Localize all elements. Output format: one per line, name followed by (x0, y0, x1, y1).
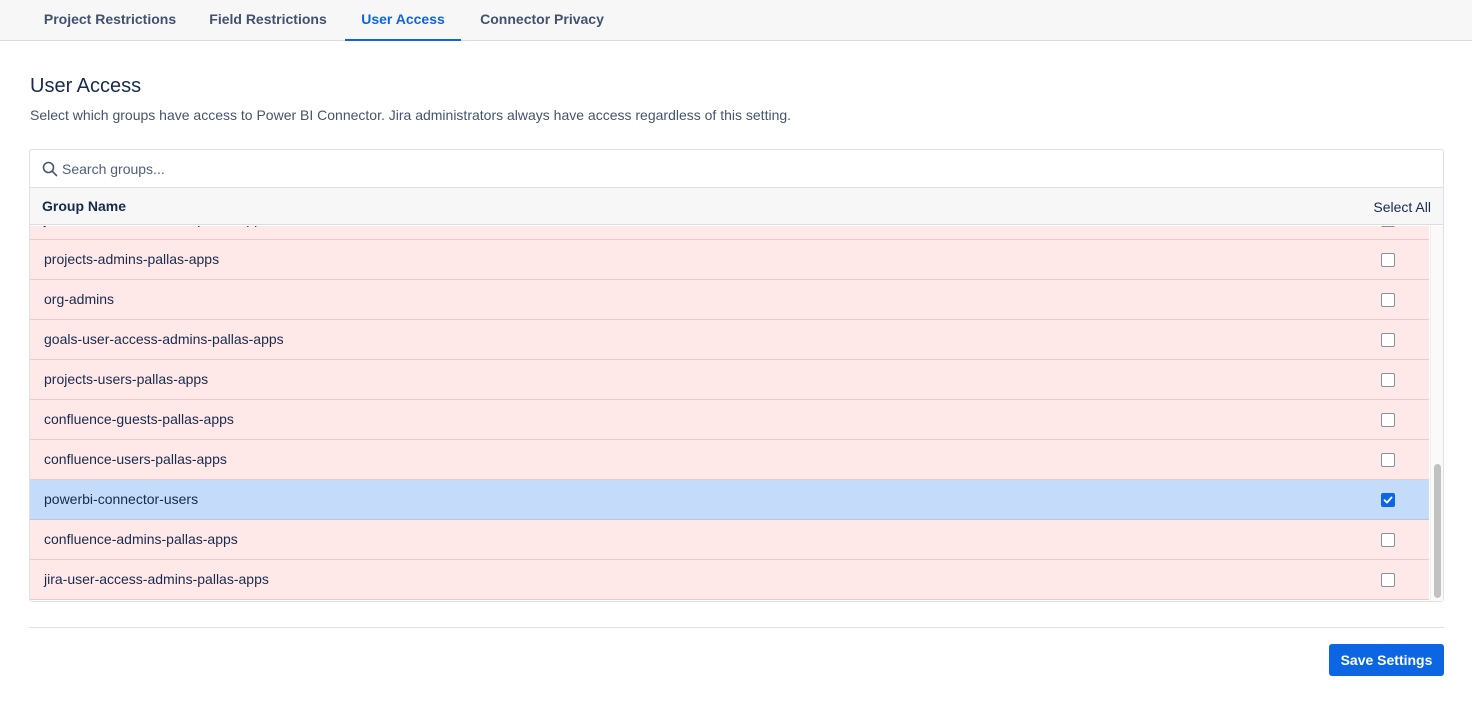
group-name: powerbi-connector-users (44, 491, 199, 507)
table-row[interactable]: confluence-guests-pallas-apps (30, 400, 1429, 440)
tab-field-restrictions[interactable]: Field Restrictions (196, 0, 340, 40)
tab-bar: Project Restrictions Field Restrictions … (0, 0, 1472, 41)
group-checkbox[interactable] (1381, 226, 1395, 227)
group-checkbox[interactable] (1381, 493, 1395, 507)
group-name: goals-user-access-admins-pallas-apps (44, 331, 284, 347)
tab-user-access[interactable]: User Access (345, 0, 461, 41)
group-checkbox[interactable] (1381, 413, 1395, 427)
group-name: confluence-admins-pallas-apps (44, 531, 238, 547)
search-icon (42, 161, 58, 177)
column-header-group-name: Group Name (42, 198, 127, 214)
group-name: org-admins (44, 291, 115, 307)
save-settings-button[interactable]: Save Settings (1329, 644, 1444, 676)
select-all-button[interactable]: Select All (1373, 199, 1431, 215)
table-row[interactable]: powerbi-connector-users (30, 480, 1429, 520)
scrollbar[interactable] (1430, 226, 1443, 601)
table-row[interactable]: jira-user-access-admins-pallas-apps (30, 226, 1429, 240)
group-name: jira-user-access-admins-pallas-apps (44, 571, 269, 587)
table-header: Group Name Select All (30, 188, 1443, 225)
group-checkbox[interactable] (1381, 253, 1395, 267)
table-row[interactable]: org-admins (30, 280, 1429, 320)
group-name: projects-users-pallas-apps (44, 371, 209, 387)
scrollbar-thumb[interactable] (1434, 464, 1441, 598)
divider (29, 627, 1444, 628)
tab-connector-privacy[interactable]: Connector Privacy (467, 0, 617, 40)
groups-list[interactable]: jira-user-access-admins-pallas-apps proj… (30, 226, 1429, 601)
search-input[interactable] (62, 150, 1432, 187)
table-row[interactable]: projects-users-pallas-apps (30, 360, 1429, 400)
tab-project-restrictions[interactable]: Project Restrictions (30, 0, 190, 40)
table-row[interactable]: projects-admins-pallas-apps (30, 240, 1429, 280)
group-checkbox[interactable] (1381, 573, 1395, 587)
group-checkbox[interactable] (1381, 533, 1395, 547)
group-checkbox[interactable] (1381, 333, 1395, 347)
group-checkbox[interactable] (1381, 373, 1395, 387)
page-description: Select which groups have access to Power… (30, 107, 792, 123)
table-row[interactable]: confluence-users-pallas-apps (30, 440, 1429, 480)
table-row[interactable]: goals-user-access-admins-pallas-apps (30, 320, 1429, 360)
group-checkbox[interactable] (1381, 293, 1395, 307)
search-bar (30, 150, 1443, 188)
group-checkbox[interactable] (1381, 453, 1395, 467)
table-row[interactable]: confluence-admins-pallas-apps (30, 520, 1429, 560)
table-row[interactable]: jira-user-access-admins-pallas-apps (30, 560, 1429, 600)
page-title: User Access (30, 75, 142, 97)
group-name: projects-admins-pallas-apps (44, 251, 220, 267)
check-icon (1383, 496, 1393, 504)
group-name: confluence-users-pallas-apps (44, 451, 227, 467)
group-name: jira-user-access-admins-pallas-apps (44, 226, 269, 227)
groups-table: Group Name Select All jira-user-access-a… (29, 149, 1444, 602)
group-name: confluence-guests-pallas-apps (44, 411, 234, 427)
